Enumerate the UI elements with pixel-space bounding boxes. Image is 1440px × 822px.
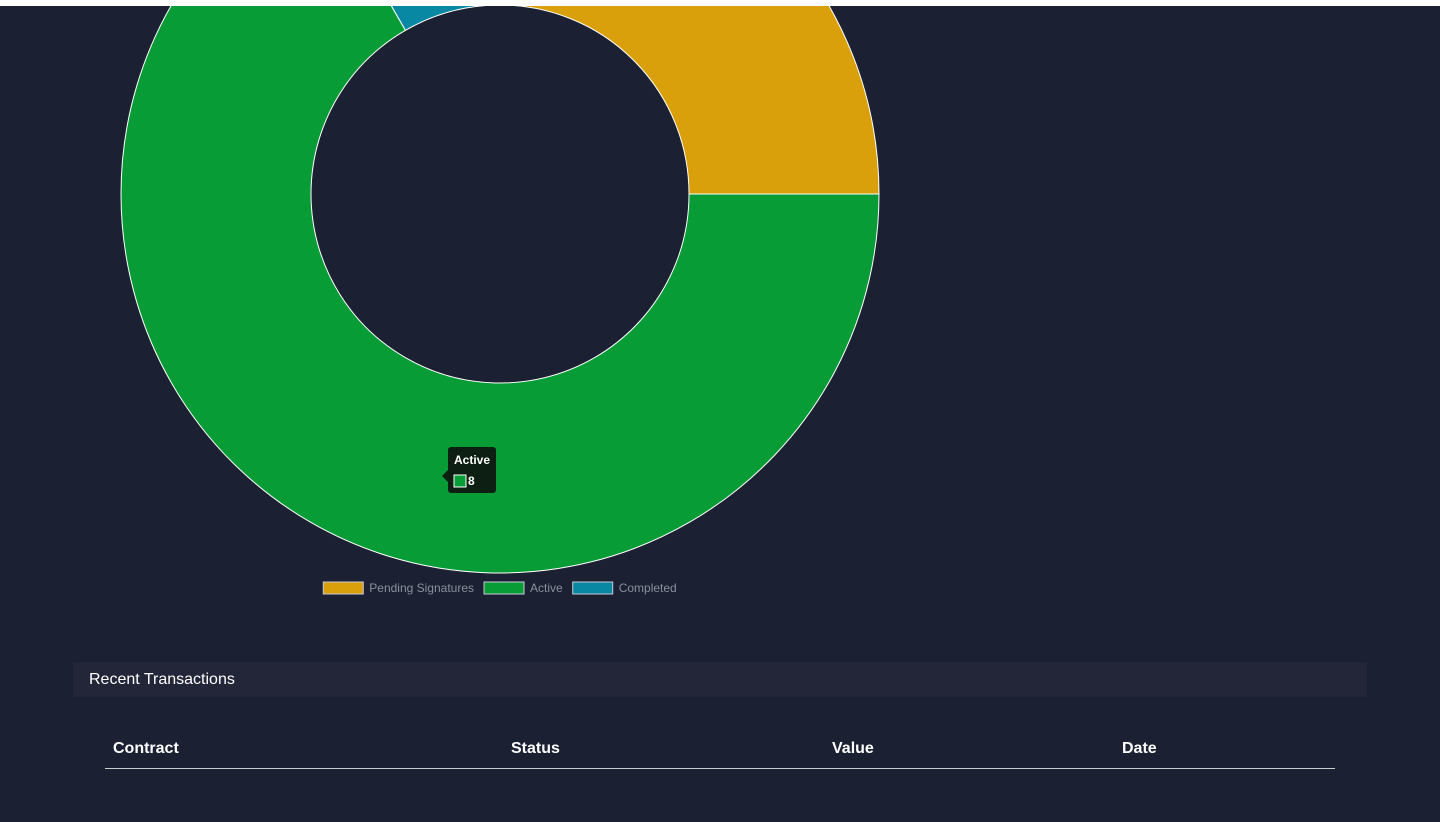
legend-label: Completed: [619, 581, 677, 595]
column-header-date[interactable]: Date: [1114, 732, 1335, 769]
contract-status-chart: Pending Signatures Active Completed Active…: [120, 6, 880, 595]
tooltip-color-swatch: [453, 474, 467, 488]
chart-legend[interactable]: Pending Signatures Active Completed: [322, 581, 677, 595]
legend-swatch: [483, 581, 525, 595]
contract-status-chart-card: Pending Signatures Active Completed Active…: [74, 6, 910, 634]
column-header-value[interactable]: Value: [824, 732, 1114, 769]
legend-swatch: [322, 581, 364, 595]
legend-swatch: [572, 581, 614, 595]
transactions-table: Contract Status Value Date: [105, 732, 1335, 769]
column-header-status[interactable]: Status: [503, 732, 824, 769]
legend-item-pending-signatures[interactable]: Pending Signatures: [322, 581, 474, 595]
table-header-row: Contract Status Value Date: [105, 732, 1335, 769]
column-header-contract[interactable]: Contract: [105, 732, 503, 769]
recent-transactions-card: Recent Transactions Contract Status Valu…: [73, 662, 1367, 822]
chart-tooltip: Active 8: [442, 447, 496, 493]
legend-label: Active: [530, 581, 563, 595]
tooltip-value: 8: [468, 474, 475, 488]
doughnut-slices: [120, 6, 880, 574]
legend-label: Pending Signatures: [369, 581, 474, 595]
legend-item-completed[interactable]: Completed: [572, 581, 677, 595]
recent-transactions-title: Recent Transactions: [73, 662, 1367, 697]
legend-item-active[interactable]: Active: [483, 581, 563, 595]
doughnut-slice-pending-signatures[interactable]: [500, 6, 880, 195]
tooltip-title: Active: [454, 453, 490, 467]
